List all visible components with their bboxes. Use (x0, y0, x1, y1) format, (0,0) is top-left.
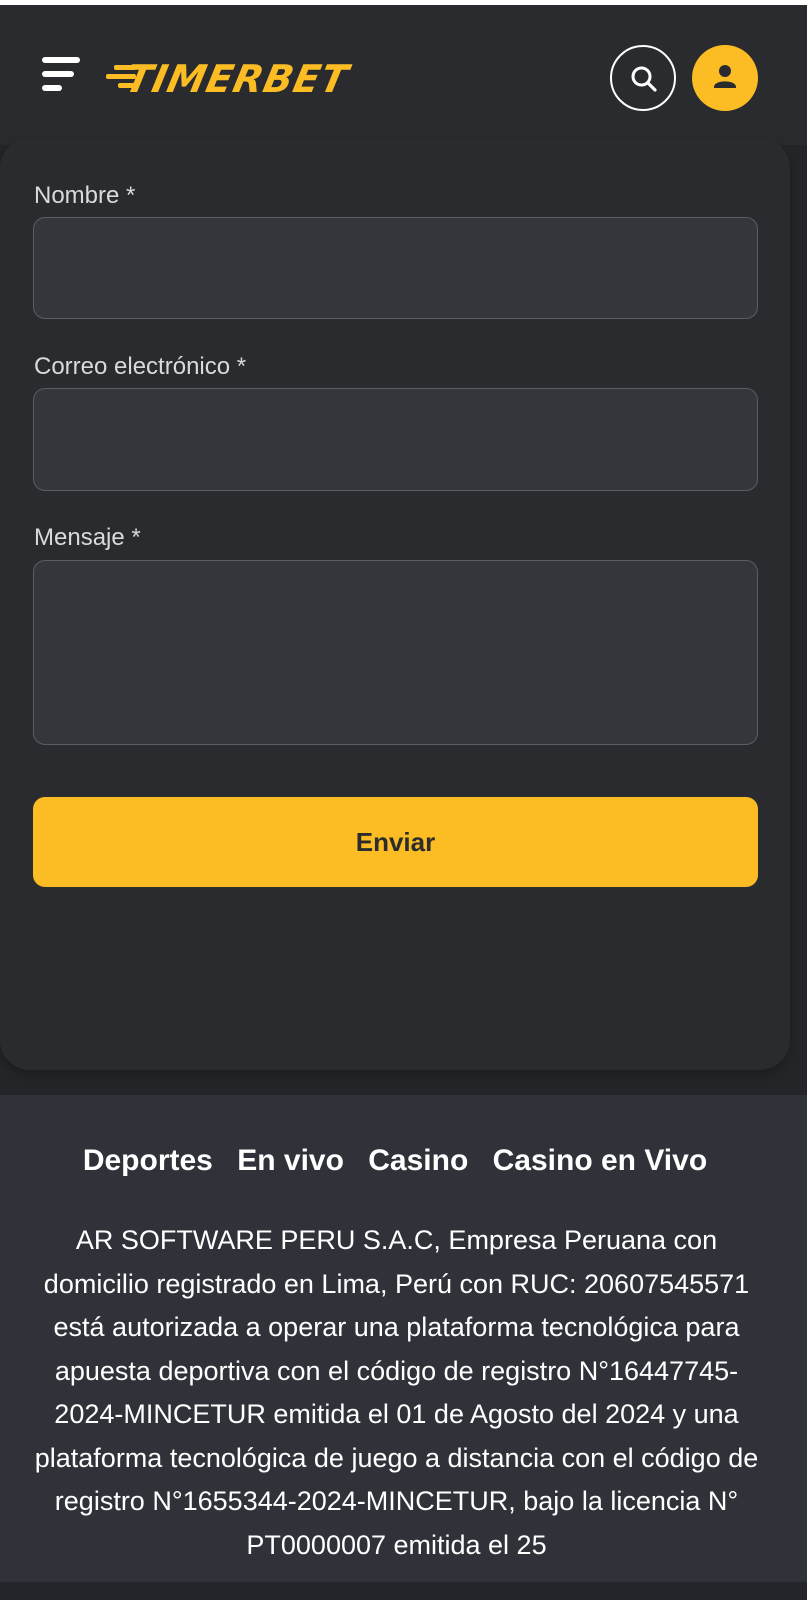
message-label: Mensaje * (34, 524, 141, 551)
user-account-button[interactable] (692, 45, 758, 111)
contact-form-card: Nombre * Correo electrónico * Mensaje * … (0, 138, 790, 1070)
hamburger-menu-icon[interactable] (42, 57, 80, 91)
email-label: Correo electrónico * (34, 353, 247, 380)
brand-logo[interactable]: TIMERBET (102, 57, 392, 101)
name-label: Nombre * (34, 182, 136, 209)
user-icon (714, 65, 736, 88)
legal-disclaimer: AR SOFTWARE PERU S.A.C, Empresa Peruana … (34, 1225, 759, 1560)
submit-button[interactable]: Enviar (33, 797, 758, 887)
brand-logo-text: TIMERBET (121, 57, 353, 101)
footer-link-deportes[interactable]: Deportes (83, 1144, 213, 1177)
header: TIMERBET (0, 5, 807, 145)
footer-link-casino[interactable]: Casino (368, 1144, 468, 1177)
bottom-bar (0, 1582, 807, 1600)
footer-link-casino-en-vivo[interactable]: Casino en Vivo (493, 1144, 708, 1177)
page: TIMERBET Nombre * Correo electrónico * M… (0, 0, 807, 1600)
name-input[interactable] (33, 217, 758, 319)
footer: Deportes En vivo Casino Casino en Vivo A… (0, 1095, 807, 1600)
footer-link-en-vivo[interactable]: En vivo (237, 1144, 344, 1177)
message-textarea[interactable] (33, 560, 758, 745)
email-input[interactable] (33, 388, 758, 491)
search-icon (631, 66, 657, 92)
footer-nav: Deportes En vivo Casino Casino en Vivo (0, 1139, 790, 1183)
search-button[interactable] (610, 45, 676, 111)
